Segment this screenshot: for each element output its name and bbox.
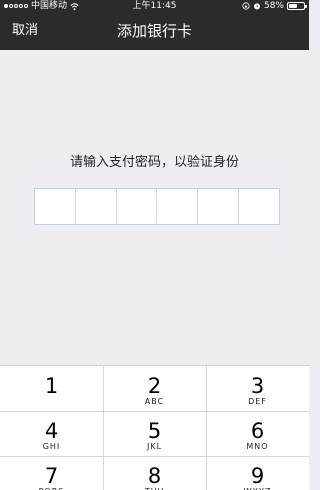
key-9[interactable]: 9WXYZ xyxy=(206,456,309,490)
pin-cell xyxy=(76,189,117,224)
key-4[interactable]: 4 GHI xyxy=(0,411,103,456)
key-5[interactable]: 5 JKL xyxy=(103,411,206,456)
status-bar: 中国移动 上午11:45 58% xyxy=(0,0,309,12)
battery-icon xyxy=(287,2,307,10)
key-8[interactable]: 8TUV xyxy=(103,456,206,490)
password-prompt: 请输入支付密码，以验证身份 xyxy=(69,155,239,170)
pin-cell xyxy=(198,189,240,224)
key-letters: GHI xyxy=(42,442,61,451)
alarm-icon xyxy=(253,3,261,10)
numeric-keypad: 12ABC3DEF4GHI5JKL6MNO7PQRS8TUV9WXYZ xyxy=(0,365,309,490)
keypad-divider xyxy=(103,366,104,490)
key-digit: 1 xyxy=(44,374,59,398)
keypad-divider xyxy=(206,366,207,490)
key-3[interactable]: 3 DEF xyxy=(206,366,309,411)
pin-cell xyxy=(157,189,199,224)
pin-input[interactable] xyxy=(34,188,280,225)
key-2[interactable]: 2 ABC xyxy=(103,366,206,411)
key-digit: 4 xyxy=(44,419,59,443)
key-1[interactable]: 1 xyxy=(0,366,103,411)
key-digit: 9 xyxy=(250,464,265,488)
key-digit: 8 xyxy=(147,464,162,488)
pin-cell xyxy=(35,189,76,224)
battery-percent: 58% xyxy=(263,1,284,11)
key-6[interactable]: 6 MNO xyxy=(206,411,309,456)
key-digit: 5 xyxy=(147,419,162,443)
key-digit: 2 xyxy=(147,374,162,398)
rotation-lock-icon xyxy=(242,2,250,10)
key-letters: JKL xyxy=(146,442,163,451)
key-digit: 6 xyxy=(250,419,265,443)
pin-cell xyxy=(239,189,279,224)
key-digit: 7 xyxy=(44,464,59,488)
key-digit: 3 xyxy=(250,374,265,398)
page-title: 添加银行卡 xyxy=(116,22,192,40)
key-letters: ABC xyxy=(144,397,165,406)
status-right: 58% xyxy=(242,0,307,12)
key-letters: DEF xyxy=(248,397,267,406)
key-7[interactable]: 7PQRS xyxy=(0,456,103,490)
keypad-divider xyxy=(0,456,309,457)
key-letters: MNO xyxy=(246,442,269,451)
nav-bar: 取消 添加银行卡 xyxy=(0,12,309,50)
keypad-divider xyxy=(0,411,309,412)
pin-cell xyxy=(117,189,158,224)
battery-fill xyxy=(289,4,297,8)
